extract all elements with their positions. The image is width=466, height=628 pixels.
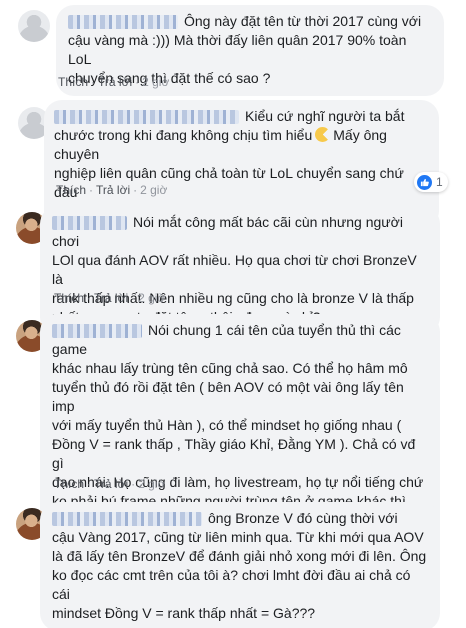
like-link[interactable]: Thích [56,183,86,197]
comment-bubble: ông Bronze V đó cùng thời với cậu Vàng 2… [40,502,440,628]
commenter-name[interactable] [52,512,202,526]
commenter-name[interactable] [68,15,178,29]
commenter-name[interactable] [52,216,127,230]
reply-link[interactable]: Trả lời [94,291,128,305]
timestamp[interactable]: 2 giờ [138,291,165,305]
timestamp[interactable]: 2 giờ [142,75,169,89]
like-link[interactable]: Thích [54,477,84,491]
timestamp[interactable]: 2 giờ [140,183,167,197]
comment-text: ông Bronze V đó cùng thời với cậu Vàng 2… [52,510,427,621]
like-link[interactable]: Thích [58,75,88,89]
like-icon [417,174,432,190]
commenter-name[interactable] [52,324,142,338]
comment-actions: Thích · Trả lời · 2 giờ [56,183,168,197]
reply-link[interactable]: Trả lời [98,75,132,89]
comment-actions: Thích · Trả lời · 2 giờ [58,75,170,89]
timestamp[interactable]: 2 giờ [138,477,165,491]
like-link[interactable]: Thích [54,291,84,305]
avatar[interactable] [18,10,50,42]
reply-link[interactable]: Trả lời [94,477,128,491]
emoji-icon [315,127,331,142]
reply-link[interactable]: Trả lời [96,183,130,197]
comment-actions: Thích · Trả lời · 2 giờ [54,477,166,491]
reaction-number: 1 [436,175,443,189]
reaction-count[interactable]: 1 [414,172,448,192]
comment-actions: Thích · Trả lời · 2 giờ [54,291,166,305]
commenter-name[interactable] [54,110,239,124]
comment-text: Nói mắt công mất bác cãi cùn nhưng người… [52,214,417,325]
